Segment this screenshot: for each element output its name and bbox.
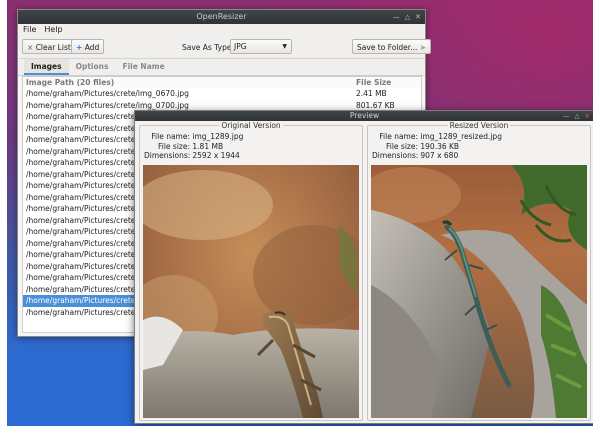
original-info: File name: img_1289.jpg File size: 1.81 … [144, 132, 244, 160]
table-row[interactable]: /home/graham/Pictures/crete/img_0670.jpg… [23, 88, 421, 100]
tab-file-name[interactable]: File Name [115, 59, 171, 75]
column-header-path[interactable]: Image Path (20 files) [23, 77, 356, 88]
original-heading: Original Version [219, 121, 283, 130]
desktop-background: OpenResizer — △ ✕ File Help × Clear List… [7, 0, 593, 426]
preview-window: Preview — △ ✕ Original Version File name… [134, 110, 593, 424]
tab-bar: Images Options File Name [18, 59, 425, 76]
preview-title: Preview [349, 111, 380, 120]
original-dimensions: 2592 x 1944 [192, 151, 240, 160]
table-header: Image Path (20 files) File Size [23, 77, 421, 88]
close-icon[interactable]: ✕ [585, 111, 590, 121]
resized-file-size: 190.36 KB [420, 141, 460, 151]
original-panel: Original Version File name: img_1289.jpg… [139, 121, 363, 421]
chevron-down-icon: ▼ [282, 43, 287, 50]
row-size: 2.41 MB [356, 89, 387, 98]
row-path: /home/graham/Pictures/crete/img_0670.jpg [26, 89, 189, 98]
menu-file[interactable]: File [23, 24, 36, 36]
tab-images[interactable]: Images [24, 59, 69, 75]
main-titlebar[interactable]: OpenResizer — △ ✕ [18, 10, 425, 24]
x-icon: × [27, 43, 34, 52]
resized-panel: Resized Version File name: img_1289_resi… [367, 121, 591, 421]
minimize-icon[interactable]: — [393, 10, 400, 24]
save-as-type-label: Save As Type: [182, 43, 234, 52]
save-to-folder-button[interactable]: Save to Folder... ➤ [352, 39, 432, 54]
folder-icon: ➤ [419, 43, 427, 52]
tab-options[interactable]: Options [69, 59, 116, 75]
maximize-icon[interactable]: △ [575, 111, 580, 121]
save-as-type-select[interactable]: JPG ▼ [230, 39, 292, 54]
preview-titlebar[interactable]: Preview — △ ✕ [135, 111, 593, 121]
minimize-icon[interactable]: — [563, 111, 570, 121]
original-file-size: 1.81 MB [192, 141, 224, 151]
menu-bar: File Help [18, 24, 425, 36]
resized-file-name: img_1289_resized.jpg [420, 132, 502, 141]
menu-help[interactable]: Help [44, 24, 62, 36]
toolbar: × Clear List + Add Save As Type: JPG ▼ S… [18, 36, 432, 59]
resized-photo [371, 165, 587, 418]
resized-info: File name: img_1289_resized.jpg File siz… [372, 132, 502, 160]
clear-list-button[interactable]: × Clear List [22, 39, 76, 54]
original-file-name: img_1289.jpg [192, 132, 244, 141]
original-photo [143, 165, 359, 418]
maximize-icon[interactable]: △ [405, 10, 410, 24]
add-button[interactable]: + Add [71, 39, 105, 54]
resized-dimensions: 907 x 680 [420, 151, 459, 160]
window-title: OpenResizer [196, 12, 247, 21]
resized-heading: Resized Version [447, 121, 511, 130]
close-icon[interactable]: ✕ [415, 10, 421, 24]
plus-icon: + [76, 43, 83, 52]
column-header-size[interactable]: File Size [356, 77, 391, 88]
